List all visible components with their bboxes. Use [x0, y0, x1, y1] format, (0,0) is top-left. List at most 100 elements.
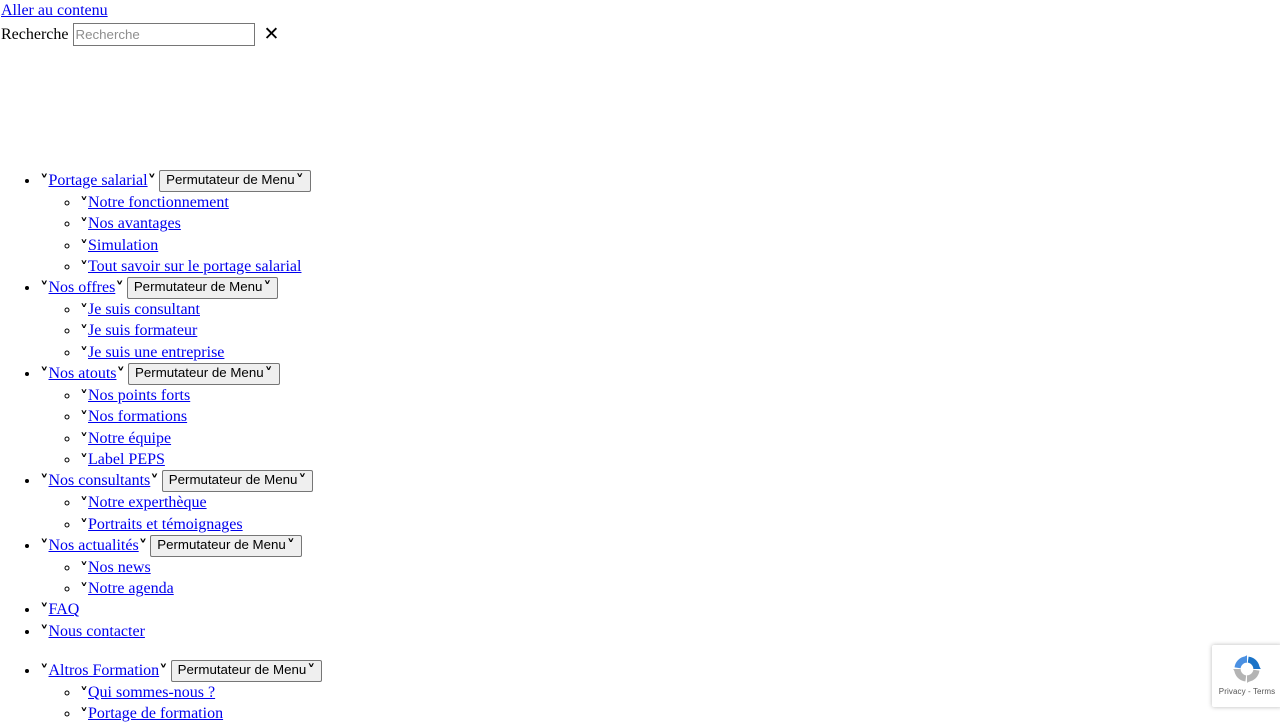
menu-toggle-label: Permutateur de Menu: [166, 172, 295, 187]
close-icon: ✕: [263, 22, 280, 45]
nav-link[interactable]: Nos offres: [49, 279, 116, 296]
submenu-item[interactable]: ˅Nos points forts: [80, 385, 1280, 406]
chevron-down-icon: ˅: [40, 172, 49, 192]
chevron-down-icon: ˅: [295, 171, 304, 190]
submenu-item[interactable]: ˅Je suis formateur: [80, 320, 1280, 341]
submenu-item[interactable]: ˅Simulation: [80, 235, 1280, 256]
nav-item-nous-contacter[interactable]: ˅Nous contacter: [40, 621, 1280, 642]
submenu-item[interactable]: ˅Label PEPS: [80, 449, 1280, 470]
chevron-down-icon: ˅: [159, 662, 168, 683]
skip-to-content-link[interactable]: Aller au contenu: [1, 2, 108, 19]
search-form: Recherche ✕: [0, 22, 1280, 46]
submenu-item[interactable]: ˅Je suis consultant: [80, 299, 1280, 320]
menu-toggle-button[interactable]: Permutateur de Menu˅: [161, 470, 314, 493]
submenu-link[interactable]: Label PEPS: [88, 451, 165, 468]
nav-link[interactable]: FAQ: [49, 601, 80, 618]
submenu-item[interactable]: ˅Nos avantages: [80, 213, 1280, 234]
menu-toggle-button[interactable]: Permutateur de Menu˅: [150, 534, 302, 557]
chevron-down-icon: ˅: [298, 471, 307, 491]
submenu-link[interactable]: Notre agenda: [88, 580, 174, 597]
submenu-link[interactable]: Tout savoir sur le portage salarial: [88, 258, 301, 275]
submenu-link[interactable]: Je suis formateur: [88, 322, 197, 339]
recaptcha-badge[interactable]: Privacy - Terms: [1212, 645, 1280, 707]
nav-link[interactable]: Nos atouts: [49, 365, 117, 382]
recaptcha-logo-icon: [1233, 655, 1261, 683]
menu-toggle-button[interactable]: Permutateur de Menu˅: [128, 363, 280, 386]
nav-item-nos-offres[interactable]: ˅Nos offres˅Permutateur de Menu˅ ˅Je sui…: [40, 277, 1280, 363]
header-logo-area: [0, 46, 1280, 154]
menu-toggle-label: Permutateur de Menu: [135, 365, 264, 381]
submenu-link[interactable]: Notre équipe: [88, 430, 171, 447]
chevron-down-icon: ˅: [286, 535, 295, 555]
submenu-link[interactable]: Qui sommes-nous ?: [88, 684, 215, 701]
nav-item-portage-salarial[interactable]: ˅Portage salarial˅Permutateur de Menu˅ ˅…: [40, 170, 1280, 277]
chevron-down-icon: ˅: [40, 365, 49, 386]
submenu-item[interactable]: ˅Notre experthèque: [80, 492, 1280, 513]
submenu-item[interactable]: ˅Je suis une entreprise: [80, 342, 1280, 363]
submenu-link[interactable]: Nos news: [88, 559, 151, 576]
menu-toggle-button[interactable]: Permutateur de Menu˅: [126, 277, 279, 300]
submenu-altros-formation: ˅Qui sommes-nous ? ˅Portage de formation: [40, 682, 1280, 725]
chevron-down-icon: ˅: [40, 662, 49, 683]
chevron-down-icon: ˅: [80, 301, 88, 321]
chevron-down-icon: ˅: [138, 536, 148, 557]
submenu-item[interactable]: ˅Notre équipe: [80, 428, 1280, 449]
chevron-down-icon: ˅: [80, 408, 88, 428]
submenu-nos-consultants: ˅Notre experthèque ˅Portraits et témoign…: [40, 492, 1280, 535]
primary-navigation: ˅Portage salarial˅Permutateur de Menu˅ ˅…: [0, 170, 1280, 642]
chevron-down-icon: ˅: [80, 580, 88, 600]
submenu-item[interactable]: ˅Nos formations: [80, 406, 1280, 427]
submenu-portage-salarial: ˅Notre fonctionnement ˅Nos avantages ˅Si…: [40, 192, 1280, 277]
chevron-down-icon: ˅: [264, 364, 273, 384]
search-label: Recherche: [1, 25, 69, 43]
nav-link[interactable]: Nos consultants: [49, 472, 151, 489]
submenu-nos-actualites: ˅Nos news ˅Notre agenda: [40, 557, 1280, 600]
chevron-down-icon: ˅: [150, 472, 159, 493]
submenu-item[interactable]: ˅Nos news: [80, 557, 1280, 578]
skip-link-container: Aller au contenu: [0, 0, 1280, 20]
recaptcha-privacy-terms[interactable]: Privacy - Terms: [1212, 687, 1280, 696]
submenu-link[interactable]: Je suis une entreprise: [88, 344, 224, 361]
chevron-down-icon: ˅: [80, 236, 88, 256]
submenu-link[interactable]: Nos avantages: [88, 215, 181, 232]
submenu-link[interactable]: Nos points forts: [88, 387, 190, 404]
submenu-link[interactable]: Notre fonctionnement: [88, 194, 229, 211]
search-input[interactable]: [72, 22, 255, 46]
chevron-down-icon: ˅: [263, 278, 272, 298]
menu-toggle-button[interactable]: Permutateur de Menu˅: [159, 170, 311, 192]
chevron-down-icon: ˅: [80, 387, 88, 407]
secondary-navigation: ˅Altros Formation˅Permutateur de Menu˅ ˅…: [0, 660, 1280, 725]
chevron-down-icon: ˅: [80, 450, 88, 470]
chevron-down-icon: ˅: [40, 536, 49, 557]
submenu-item[interactable]: ˅Notre fonctionnement: [80, 192, 1280, 213]
chevron-down-icon: ˅: [40, 279, 49, 300]
chevron-down-icon: ˅: [80, 215, 88, 235]
nav-item-altros-formation[interactable]: ˅Altros Formation˅Permutateur de Menu˅ ˅…: [40, 660, 1280, 725]
chevron-down-icon: ˅: [80, 257, 88, 277]
nav-item-faq[interactable]: ˅FAQ: [40, 599, 1280, 620]
chevron-down-icon: ˅: [116, 365, 126, 386]
chevron-down-icon: ˅: [307, 661, 316, 681]
submenu-link[interactable]: Portraits et témoignages: [88, 516, 243, 533]
menu-toggle-button[interactable]: Permutateur de Menu˅: [170, 660, 323, 683]
submenu-link[interactable]: Notre experthèque: [88, 494, 207, 511]
nav-link[interactable]: Portage salarial: [49, 172, 148, 189]
nav-link[interactable]: Nous contacter: [49, 623, 145, 640]
submenu-item[interactable]: ˅Portraits et témoignages: [80, 514, 1280, 535]
nav-item-nos-atouts[interactable]: ˅Nos atouts˅Permutateur de Menu˅ ˅Nos po…: [40, 363, 1280, 470]
nav-item-nos-actualites[interactable]: ˅Nos actualités˅Permutateur de Menu˅ ˅No…: [40, 534, 1280, 600]
submenu-item[interactable]: ˅Qui sommes-nous ?: [80, 682, 1280, 703]
close-search-button[interactable]: ✕: [263, 22, 280, 45]
submenu-link[interactable]: Simulation: [88, 237, 158, 254]
chevron-down-icon: ˅: [80, 322, 88, 342]
nav-item-nos-consultants[interactable]: ˅Nos consultants˅Permutateur de Menu˅ ˅N…: [40, 470, 1280, 535]
submenu-item[interactable]: ˅Notre agenda: [80, 578, 1280, 599]
chevron-down-icon: ˅: [80, 558, 88, 578]
submenu-link[interactable]: Je suis consultant: [88, 301, 200, 318]
submenu-link[interactable]: Nos formations: [88, 408, 187, 425]
nav-link[interactable]: Nos actualités: [49, 537, 139, 554]
nav-link[interactable]: Altros Formation: [49, 662, 160, 679]
chevron-down-icon: ˅: [80, 343, 88, 363]
submenu-item[interactable]: ˅Tout savoir sur le portage salarial: [80, 256, 1280, 277]
submenu-item[interactable]: ˅Portage de formation: [80, 703, 1280, 724]
